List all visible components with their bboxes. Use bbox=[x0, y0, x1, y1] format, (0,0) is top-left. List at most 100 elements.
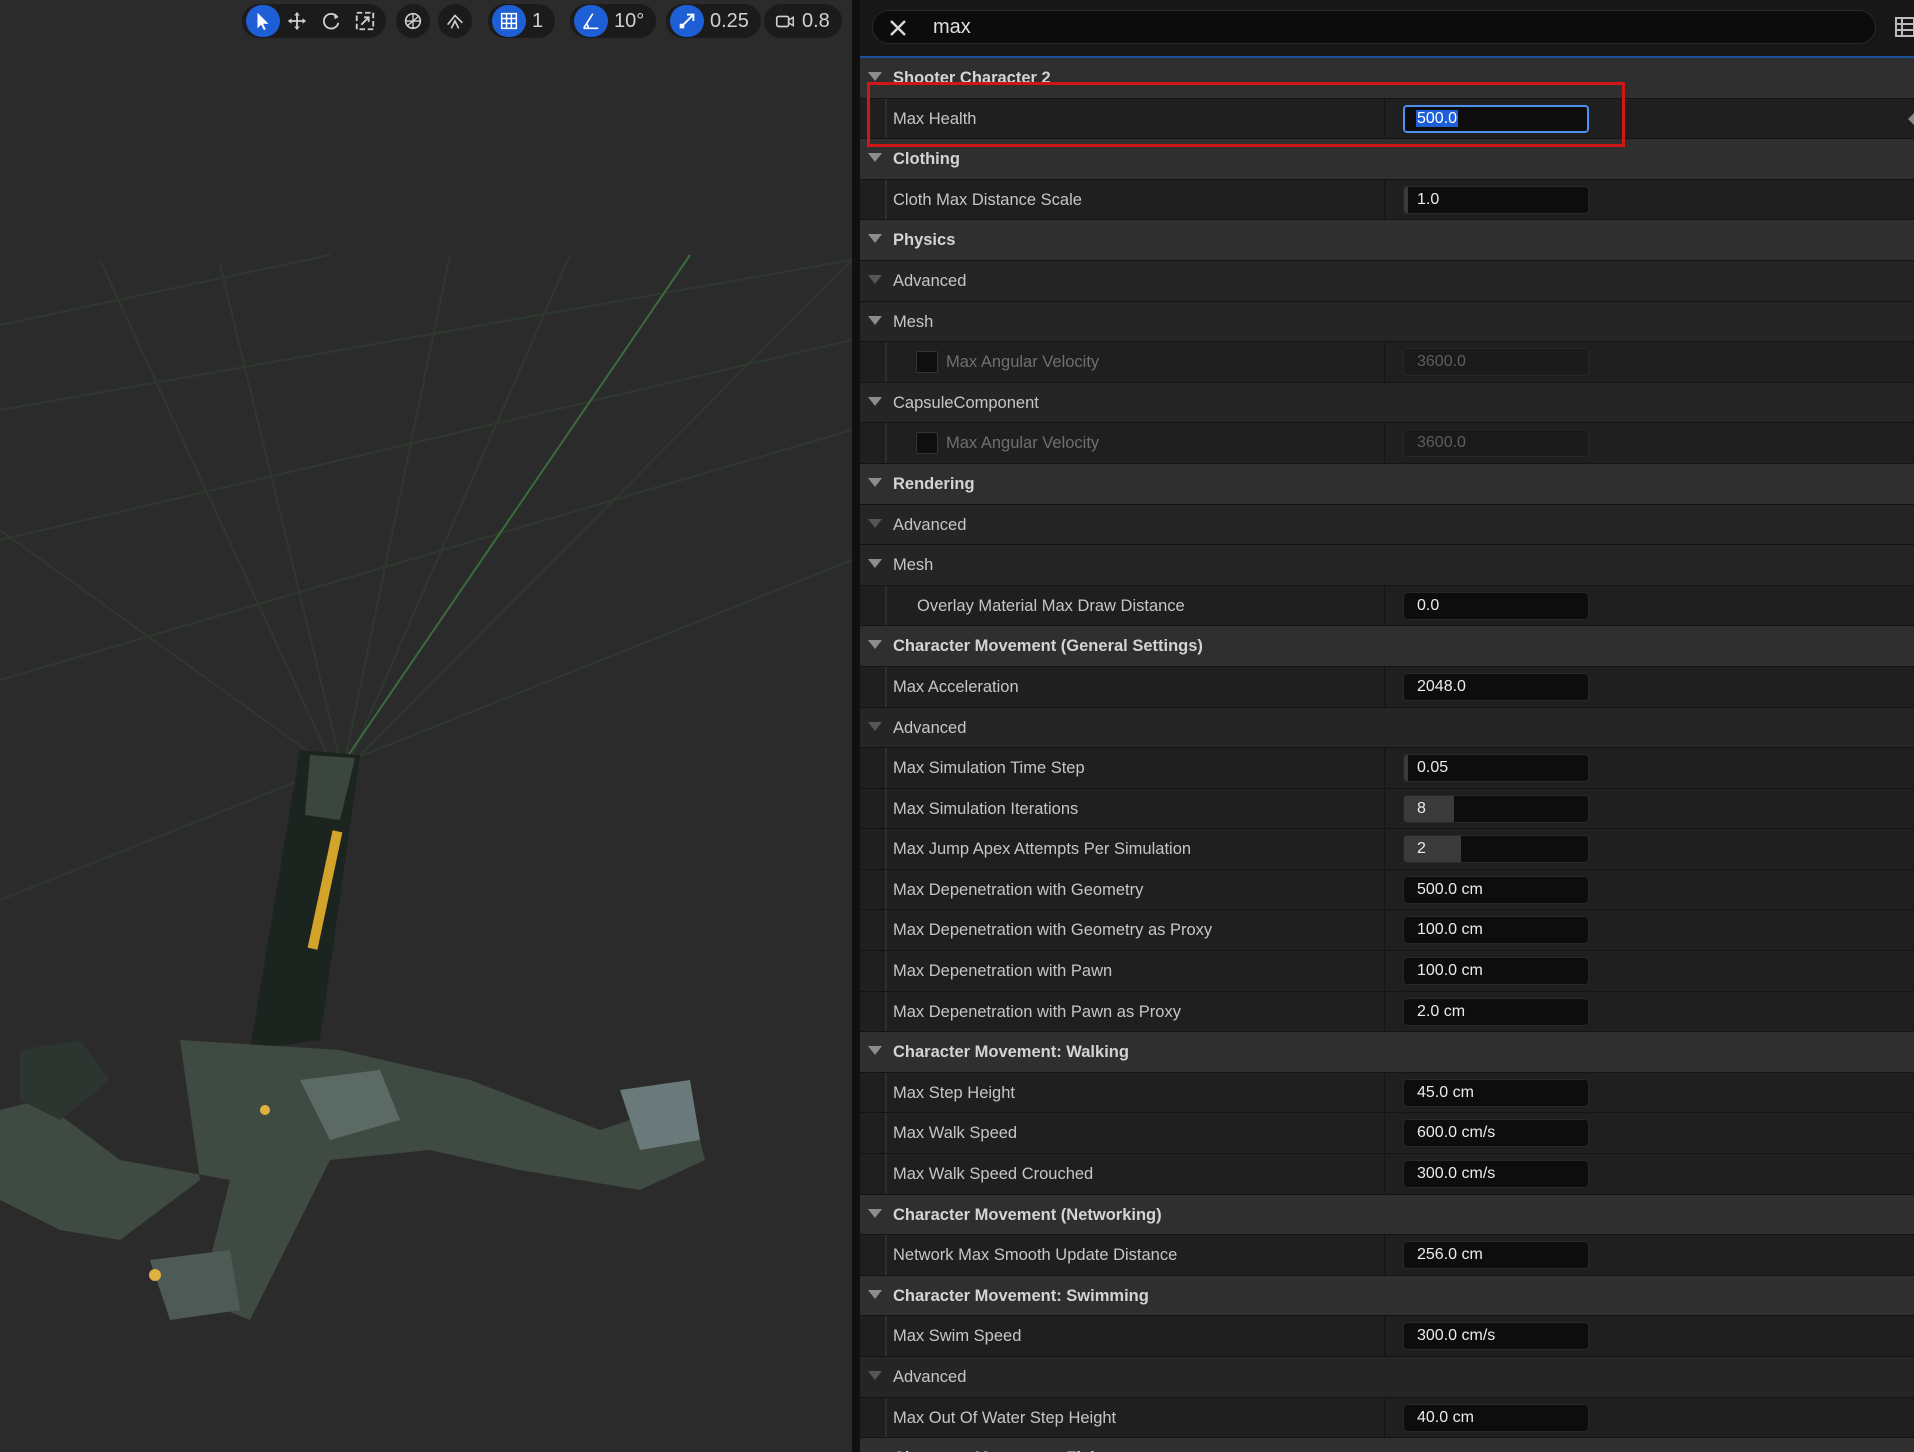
override-checkbox[interactable] bbox=[916, 432, 938, 455]
surface-snap-button[interactable] bbox=[438, 5, 472, 37]
property-row[interactable]: Max Depenetration with Geometry 500.0 cm bbox=[860, 869, 1914, 911]
category-header[interactable]: Physics bbox=[860, 220, 1914, 261]
column-divider[interactable] bbox=[1384, 585, 1385, 626]
scale-mode-button[interactable] bbox=[348, 5, 382, 37]
clear-search-icon[interactable] bbox=[887, 17, 909, 39]
angle-snap-toggle[interactable] bbox=[574, 5, 608, 37]
column-divider[interactable] bbox=[1384, 98, 1385, 139]
scale-snap-value[interactable]: 0.25 bbox=[704, 5, 757, 37]
column-divider[interactable] bbox=[1384, 748, 1385, 788]
expand-arrow-icon[interactable] bbox=[868, 477, 882, 487]
override-checkbox[interactable] bbox=[916, 351, 938, 374]
camera-speed-value[interactable]: 0.8 bbox=[802, 5, 838, 37]
property-row[interactable]: Max Walk Speed Crouched 300.0 cm/s bbox=[860, 1154, 1914, 1195]
expand-arrow-icon[interactable] bbox=[868, 396, 882, 406]
column-divider[interactable] bbox=[1384, 666, 1385, 707]
expand-arrow-icon[interactable] bbox=[868, 1046, 882, 1056]
numeric-input-field[interactable]: 300.0 cm/s bbox=[1403, 1160, 1589, 1189]
expand-arrow-icon[interactable] bbox=[868, 72, 882, 81]
search-input[interactable]: max bbox=[872, 10, 1876, 44]
numeric-input-field[interactable]: 40.0 cm bbox=[1403, 1403, 1589, 1432]
subcategory-header[interactable]: Mesh bbox=[860, 545, 1914, 586]
property-row[interactable]: Max Out Of Water Step Height 40.0 cm bbox=[860, 1397, 1914, 1439]
numeric-input-field[interactable]: 100.0 cm bbox=[1403, 957, 1589, 986]
expand-arrow-icon[interactable] bbox=[868, 1289, 882, 1299]
column-divider[interactable] bbox=[1384, 991, 1385, 1032]
expand-arrow-icon[interactable] bbox=[868, 274, 882, 284]
property-row[interactable]: Max Step Height 45.0 cm bbox=[860, 1072, 1914, 1114]
property-row[interactable]: Max Depenetration with Pawn as Proxy 2.0 … bbox=[860, 991, 1914, 1033]
panel-splitter[interactable] bbox=[852, 0, 860, 1452]
expand-arrow-icon[interactable] bbox=[868, 234, 882, 244]
column-divider[interactable] bbox=[1384, 342, 1385, 382]
property-row[interactable]: Network Max Smooth Update Distance 256.0 … bbox=[860, 1235, 1914, 1276]
column-divider[interactable] bbox=[1384, 1235, 1385, 1275]
property-row[interactable]: Max Jump Apex Attempts Per Simulation 2 bbox=[860, 829, 1914, 870]
expand-arrow-icon[interactable] bbox=[868, 153, 882, 163]
property-row[interactable]: Max Angular Velocity 3600.0 bbox=[860, 342, 1914, 383]
property-row[interactable]: Max Simulation Iterations 8 bbox=[860, 788, 1914, 830]
category-header[interactable]: Character Movement: Swimming bbox=[860, 1275, 1914, 1317]
view-options-icon[interactable] bbox=[1894, 14, 1914, 40]
property-row[interactable]: Max Acceleration 2048.0 bbox=[860, 666, 1914, 708]
expand-arrow-icon[interactable] bbox=[868, 640, 882, 650]
column-divider[interactable] bbox=[1384, 869, 1385, 910]
subcategory-header[interactable]: Advanced bbox=[860, 260, 1914, 302]
expand-arrow-icon[interactable] bbox=[868, 559, 882, 569]
column-divider[interactable] bbox=[1384, 788, 1385, 829]
numeric-input-field[interactable]: 100.0 cm bbox=[1403, 916, 1589, 945]
numeric-input-field[interactable]: 300.0 cm/s bbox=[1403, 1322, 1589, 1351]
subcategory-header[interactable]: CapsuleComponent bbox=[860, 382, 1914, 424]
numeric-input-field[interactable]: 600.0 cm/s bbox=[1403, 1119, 1589, 1148]
world-local-toggle[interactable] bbox=[396, 5, 430, 37]
category-header[interactable]: Clothing bbox=[860, 139, 1914, 180]
expand-arrow-icon[interactable] bbox=[868, 721, 882, 731]
category-header[interactable]: Character Movement (General Settings) bbox=[860, 626, 1914, 667]
expand-arrow-icon[interactable] bbox=[868, 315, 882, 325]
category-header[interactable]: Character Movement: Flying bbox=[860, 1438, 1914, 1452]
numeric-slider-field[interactable]: 2 bbox=[1403, 835, 1589, 864]
expand-arrow-icon[interactable] bbox=[868, 1371, 882, 1380]
column-divider[interactable] bbox=[1384, 910, 1385, 951]
numeric-input-field[interactable]: 256.0 cm bbox=[1403, 1241, 1589, 1270]
subcategory-header[interactable]: Advanced bbox=[860, 707, 1914, 749]
subcategory-header[interactable]: Advanced bbox=[860, 1357, 1914, 1398]
numeric-input-field[interactable]: 500.0 cm bbox=[1403, 875, 1589, 904]
subcategory-header[interactable]: Mesh bbox=[860, 301, 1914, 343]
property-row[interactable]: Cloth Max Distance Scale 1.0 bbox=[860, 179, 1914, 221]
reset-arrow-icon[interactable] bbox=[1908, 112, 1914, 125]
category-header[interactable]: Rendering bbox=[860, 463, 1914, 505]
numeric-input-field[interactable]: 500.0 bbox=[1403, 104, 1589, 133]
select-mode-button[interactable] bbox=[246, 5, 280, 37]
grid-snap-toggle[interactable] bbox=[492, 5, 526, 37]
rotate-mode-button[interactable] bbox=[314, 5, 348, 37]
column-divider[interactable] bbox=[1384, 179, 1385, 220]
numeric-slider-field[interactable]: 1.0 bbox=[1403, 185, 1589, 214]
numeric-slider-field[interactable]: 0.05 bbox=[1403, 754, 1589, 783]
column-divider[interactable] bbox=[1384, 423, 1385, 463]
level-viewport[interactable]: 1 10° 0.25 0.8 bbox=[0, 0, 852, 1452]
numeric-slider-field[interactable]: 8 bbox=[1403, 794, 1589, 823]
column-divider[interactable] bbox=[1384, 1113, 1385, 1154]
property-row[interactable]: Max Simulation Time Step 0.05 bbox=[860, 748, 1914, 789]
category-header[interactable]: Character Movement: Walking bbox=[860, 1032, 1914, 1073]
category-header[interactable]: Character Movement (Networking) bbox=[860, 1194, 1914, 1236]
property-row[interactable]: Max Swim Speed 300.0 cm/s bbox=[860, 1316, 1914, 1357]
translate-mode-button[interactable] bbox=[280, 5, 314, 37]
column-divider[interactable] bbox=[1384, 1154, 1385, 1194]
expand-arrow-icon[interactable] bbox=[868, 1208, 882, 1218]
category-header[interactable]: Shooter Character 2 bbox=[860, 58, 1914, 99]
camera-speed-button[interactable] bbox=[768, 5, 802, 37]
angle-snap-value[interactable]: 10° bbox=[608, 5, 652, 37]
property-row[interactable]: Max Depenetration with Pawn 100.0 cm bbox=[860, 951, 1914, 992]
property-row[interactable]: Max Health 500.0 bbox=[860, 98, 1914, 140]
column-divider[interactable] bbox=[1384, 829, 1385, 869]
subcategory-header[interactable]: Advanced bbox=[860, 504, 1914, 546]
scale-snap-toggle[interactable] bbox=[670, 5, 704, 37]
column-divider[interactable] bbox=[1384, 951, 1385, 991]
numeric-input-field[interactable]: 2.0 cm bbox=[1403, 997, 1589, 1026]
expand-arrow-icon[interactable] bbox=[868, 518, 882, 528]
column-divider[interactable] bbox=[1384, 1316, 1385, 1356]
property-row[interactable]: Max Angular Velocity 3600.0 bbox=[860, 423, 1914, 464]
column-divider[interactable] bbox=[1384, 1072, 1385, 1113]
